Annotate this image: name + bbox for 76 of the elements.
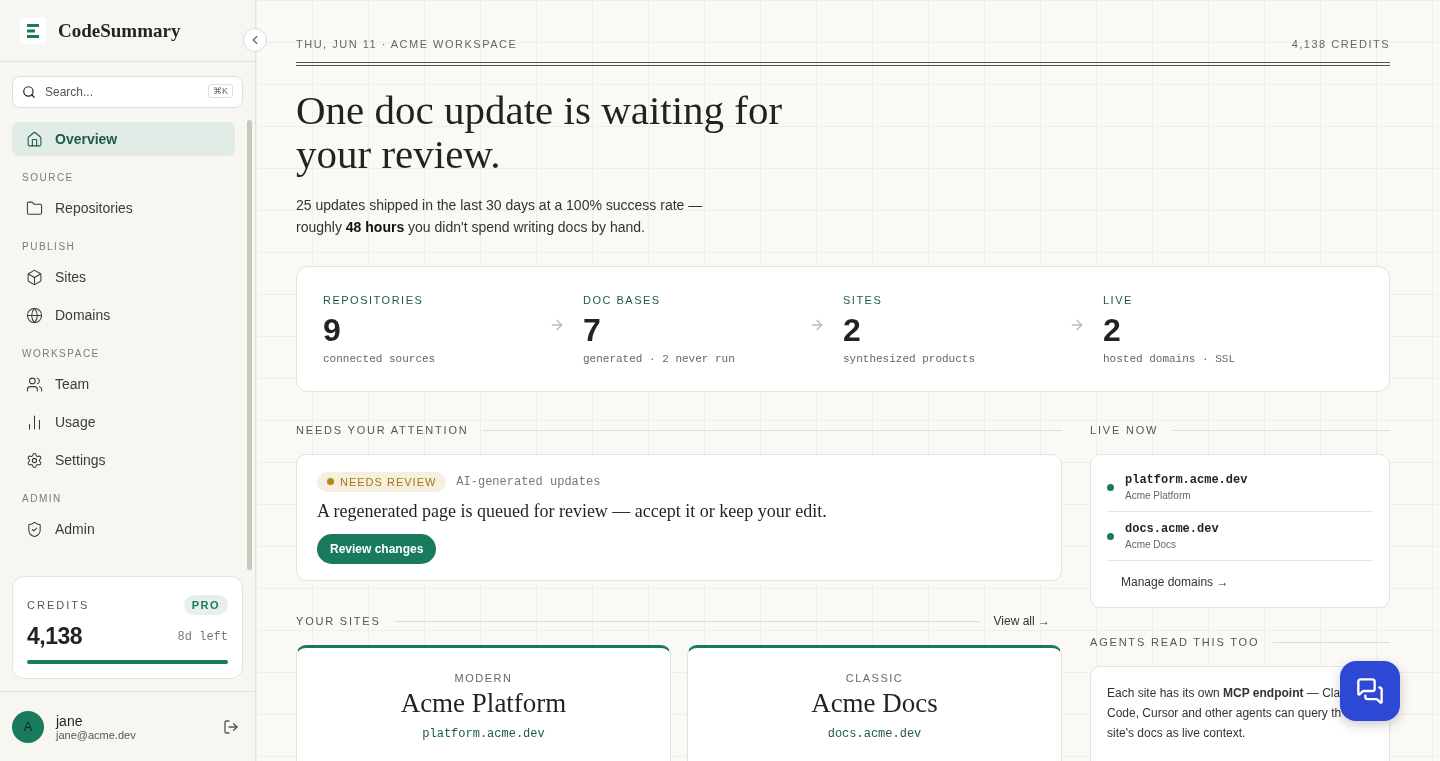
stat-label: DOC BASES <box>583 293 662 306</box>
nav-item[interactable]: Settings <box>12 443 235 477</box>
view-all-link[interactable]: View all → <box>993 614 1050 628</box>
search-icon <box>22 85 36 99</box>
cube-icon <box>26 268 43 286</box>
section-title: AGENTS READ THIS TOO <box>1090 636 1260 648</box>
nav-section-label: ADMIN <box>21 492 63 506</box>
avatar: A <box>12 710 44 743</box>
domain-host: platform.acme.dev <box>1125 473 1248 487</box>
chat-button[interactable] <box>1340 661 1400 721</box>
globe-icon <box>26 306 43 324</box>
domain-site: Acme Platform <box>1125 490 1192 501</box>
site-style: MODERN <box>454 672 513 684</box>
days-left: 8d left <box>177 629 228 644</box>
nav-item[interactable]: Admin <box>12 512 235 546</box>
domain-site: Acme Docs <box>1125 539 1178 550</box>
user-name: jane <box>56 712 84 729</box>
user-email: jane@acme.dev <box>56 728 136 741</box>
stat-value: 2 <box>843 311 862 349</box>
attention-message: A regenerated page is queued for review — accept it or keep your edit. <box>317 500 828 522</box>
nav-item[interactable]: Sites <box>12 260 235 294</box>
manage-domains-link[interactable]: Manage domains → <box>1121 575 1229 589</box>
section-title: NEEDS YOUR ATTENTION <box>296 424 469 436</box>
update-tag: AI-generated updates <box>456 475 601 489</box>
plan-badge: PRO <box>183 595 228 615</box>
people-icon <box>26 375 43 393</box>
shortcut-hint: ⌘K <box>208 84 233 98</box>
stat-value: 2 <box>1103 311 1122 349</box>
settings-icon <box>26 451 43 469</box>
nav-item[interactable]: Team <box>12 367 235 401</box>
site-name: Acme Docs <box>811 688 938 719</box>
nav-section-label: SOURCE <box>21 171 75 185</box>
site-host: docs.acme.dev <box>827 727 922 741</box>
site-host: platform.acme.dev <box>422 727 545 741</box>
domain-host: docs.acme.dev <box>1125 522 1219 536</box>
stat-label: REPOSITORIES <box>323 293 425 306</box>
home-icon <box>26 130 43 148</box>
shield-icon <box>26 520 43 538</box>
stat-caption: generated · 2 never run <box>583 352 736 365</box>
stat-caption: synthesized products <box>843 352 977 365</box>
bar-chart-icon <box>26 413 43 431</box>
folder-icon <box>26 199 43 217</box>
nav-section-label: PUBLISH <box>21 240 77 254</box>
site-card[interactable]: CLASSIC Acme Docs docs.acme.dev <box>687 645 1062 761</box>
logout-icon <box>223 718 239 735</box>
scrollbar[interactable] <box>247 120 252 570</box>
summary-text: 25 updates shipped in the last 30 days at a 100% success rate — roughly 48 hours you didn't spend writing docs by hand. <box>296 196 704 237</box>
site-style: CLASSIC <box>845 672 904 684</box>
date-context: THU, JUN 11 · ACME WORKSPACE <box>296 38 518 50</box>
arrow-icon <box>1069 317 1085 333</box>
stat-label: SITES <box>843 293 884 306</box>
nav-section-label: WORKSPACE <box>21 347 101 361</box>
nav-item[interactable]: Usage <box>12 405 235 439</box>
collapse-button[interactable] <box>243 28 267 52</box>
headline: One doc update is waiting for your review. <box>296 88 784 176</box>
credits-label: CREDITS <box>27 599 90 611</box>
logo-icon <box>20 17 46 44</box>
nav-item[interactable]: Overview <box>12 122 235 156</box>
stat-caption: connected sources <box>323 352 437 365</box>
brand-name: CodeSummary <box>58 19 181 42</box>
nav-item[interactable]: Domains <box>12 298 235 332</box>
credits-amount: 4,138 <box>27 623 83 650</box>
site-card[interactable]: MODERN Acme Platform platform.acme.dev <box>296 645 671 761</box>
stat-caption: hosted domains · SSL <box>1103 352 1237 365</box>
section-title: LIVE NOW <box>1090 424 1159 436</box>
chat-icon <box>1356 677 1384 705</box>
stat-label: LIVE <box>1103 293 1134 306</box>
review-button[interactable]: Review changes <box>317 533 437 564</box>
credits-total: 4,138 CREDITS <box>1291 38 1390 50</box>
agents-text: Each site has its own MCP endpoint — Cla Code, Cursor and other agents can query th site's docs as live context. <box>1107 685 1343 742</box>
section-title: YOUR SITES <box>296 615 381 627</box>
nav-item[interactable]: Repositories <box>12 191 235 225</box>
site-name: Acme Platform <box>400 688 567 719</box>
stat-value: 9 <box>323 311 342 349</box>
status-badge: NEEDS REVIEW <box>317 471 447 492</box>
stat-value: 7 <box>583 311 602 349</box>
